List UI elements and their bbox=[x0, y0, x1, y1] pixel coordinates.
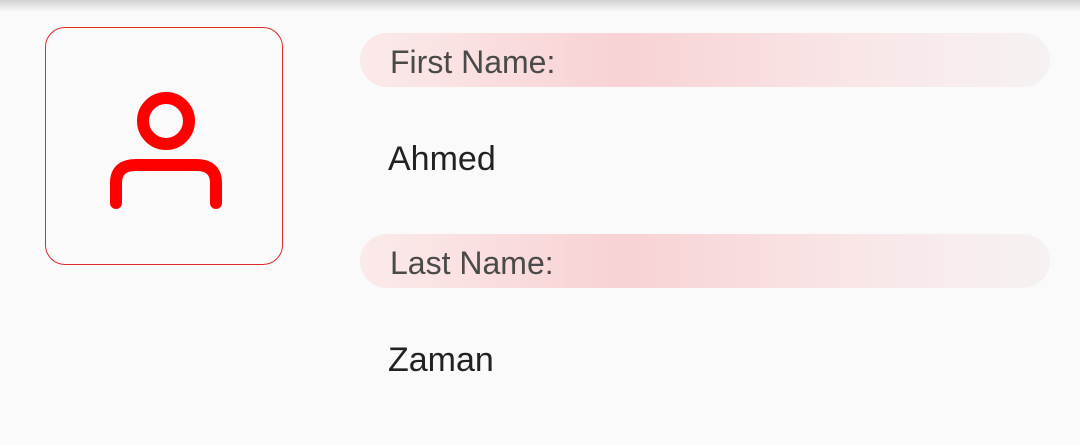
first-name-label: First Name: bbox=[390, 44, 556, 80]
first-name-label-pill: First Name: bbox=[360, 33, 1050, 87]
app-bar-shadow bbox=[0, 0, 1080, 12]
first-name-value: Ahmed bbox=[388, 140, 496, 178]
last-name-label: Last Name: bbox=[390, 245, 554, 281]
profile-avatar[interactable] bbox=[45, 27, 283, 265]
user-icon bbox=[110, 92, 222, 209]
last-name-label-pill: Last Name: bbox=[360, 234, 1050, 288]
last-name-value: Zaman bbox=[388, 341, 494, 379]
